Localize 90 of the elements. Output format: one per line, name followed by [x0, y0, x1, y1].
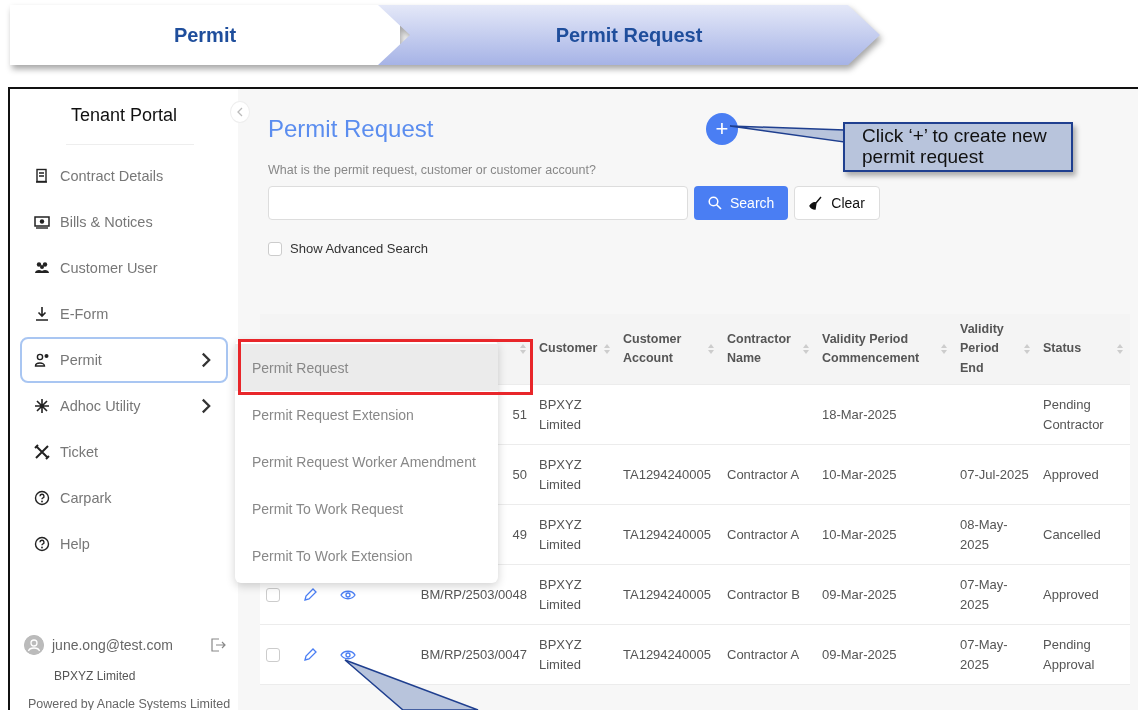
sort-icon[interactable] — [1023, 343, 1031, 355]
powered-by-text: Powered by Anacle Systems Limited — [27, 696, 232, 710]
table-cell-text: BPXYZ Limited — [538, 636, 583, 674]
sort-icon[interactable] — [707, 343, 715, 355]
status-cell-text: Cancelled — [1042, 525, 1102, 544]
table-cell-text: TA1294240005 — [623, 645, 711, 664]
sidebar-item[interactable]: Bills & Notices — [20, 199, 228, 245]
broom-icon — [809, 196, 824, 210]
table-cell-text: 08-May-2025 — [960, 516, 1009, 554]
table-cell-text: Contractor A — [727, 465, 800, 484]
search-label: What is the permit request, customer or customer account? — [268, 163, 596, 177]
sidebar-item[interactable]: Help — [20, 521, 228, 567]
sidebar-item[interactable]: Ticket — [20, 429, 228, 475]
people-icon — [34, 260, 50, 276]
table-cell-text: Contractor A — [727, 525, 800, 544]
add-button[interactable]: + — [706, 113, 738, 145]
sidebar-item[interactable]: E-Form — [20, 291, 228, 337]
sort-icon[interactable] — [603, 343, 611, 355]
sidebar-item[interactable]: Contract Details — [20, 153, 228, 199]
checkbox-label: Show Advanced Search — [290, 241, 429, 256]
sort-icon[interactable] — [802, 343, 810, 355]
table-cell-text: 07-May-2025 — [960, 576, 1009, 614]
sidebar-item[interactable]: Permit — [20, 337, 228, 383]
column-header: Customer — [539, 340, 599, 358]
status-cell-text: Pending Approval — [1042, 636, 1096, 674]
checkbox[interactable] — [268, 241, 282, 256]
submenu-item[interactable]: Permit Request Extension — [235, 391, 498, 438]
user-email: june.ong@test.com — [52, 637, 174, 653]
table-cell-text: BPXYZ Limited — [538, 576, 583, 614]
table-cell-text: 49 — [512, 525, 527, 544]
page-title: Permit Request — [268, 115, 435, 143]
question-icon — [34, 490, 50, 506]
snowflake-icon — [34, 398, 50, 414]
table-cell-text: Contractor B — [727, 585, 800, 604]
submenu-item[interactable]: Permit To Work Extension — [235, 532, 498, 579]
table-cell-text: 09-Mar-2025 — [821, 585, 898, 604]
table-cell-text: TA1294240005 — [623, 525, 711, 544]
table-cell-text: 51 — [512, 405, 527, 424]
sidebar-item[interactable]: Carpark — [20, 475, 228, 521]
column-header: Validity Period End — [960, 320, 1005, 377]
submenu-item[interactable]: Permit Request Worker Amendment — [235, 438, 498, 485]
table-cell-text: BM/RP/2503/0048 — [420, 585, 527, 604]
table-cell-text: BPXYZ Limited — [538, 456, 583, 494]
table-cell-text: 07-Jul-2025 — [960, 465, 1029, 484]
collapse-button[interactable] — [230, 101, 250, 123]
submenu-item[interactable]: Permit To Work Request — [235, 485, 498, 532]
sort-icon[interactable] — [519, 343, 527, 355]
table-cell-text: 18-Mar-2025 — [821, 405, 898, 424]
status-cell-text: Approved — [1042, 585, 1100, 604]
sort-icon[interactable] — [940, 343, 948, 355]
pencil-icon[interactable] — [302, 646, 318, 663]
status-cell-text: Approved — [1042, 465, 1100, 484]
table-cell-text: 10-Mar-2025 — [821, 525, 898, 544]
submenu-item[interactable]: Permit Request — [235, 344, 498, 391]
table-cell-text: 07-May-2025 — [960, 636, 1009, 674]
search-field[interactable] — [268, 186, 688, 220]
table-cell-text: 50 — [512, 465, 527, 484]
portal-title: Tenant Portal — [70, 104, 178, 126]
table-cell-text: 10-Mar-2025 — [821, 465, 898, 484]
column-header: Status — [1043, 340, 1083, 358]
table-cell-text: BM/RP/2503/0047 — [420, 645, 527, 664]
search-icon — [708, 196, 722, 210]
row-checkbox[interactable] — [266, 587, 280, 602]
column-header: Validity Period Commencement — [822, 330, 921, 367]
table-cell-text: BPXYZ Limited — [538, 516, 583, 554]
table-cell-text: BPXYZ Limited — [538, 396, 583, 434]
chevron-left-icon — [236, 107, 244, 117]
clear-button[interactable]: Clear — [794, 186, 880, 220]
logout-icon[interactable] — [210, 637, 226, 653]
search-button[interactable]: Search — [694, 186, 789, 220]
download-icon — [34, 306, 50, 322]
column-header: Contractor Name — [727, 330, 792, 367]
pencil-icon[interactable] — [302, 586, 318, 603]
sort-icon[interactable] — [1116, 343, 1124, 355]
avatar-icon — [24, 635, 44, 655]
row-checkbox[interactable] — [266, 647, 280, 662]
document-icon — [34, 168, 50, 184]
column-header: Customer Account — [623, 330, 683, 367]
user-company: BPXYZ Limited — [53, 668, 137, 683]
sidebar-item[interactable]: Adhoc Utility — [20, 383, 228, 429]
banknote-icon — [34, 214, 50, 230]
table-cell-text: Contractor A — [727, 645, 800, 664]
table-cell-text: TA1294240005 — [623, 585, 711, 604]
sidebar-item[interactable]: Customer User — [20, 245, 228, 291]
status-cell-text: Pending Contractor — [1042, 396, 1105, 434]
table-cell-text: 09-Mar-2025 — [821, 645, 898, 664]
breadcrumb-step: Permit Request — [378, 5, 880, 65]
help-icon — [34, 536, 50, 552]
callout-box: Click ‘+’ to create new permit request — [843, 122, 1073, 172]
table-cell-text: TA1294240005 — [623, 465, 711, 484]
